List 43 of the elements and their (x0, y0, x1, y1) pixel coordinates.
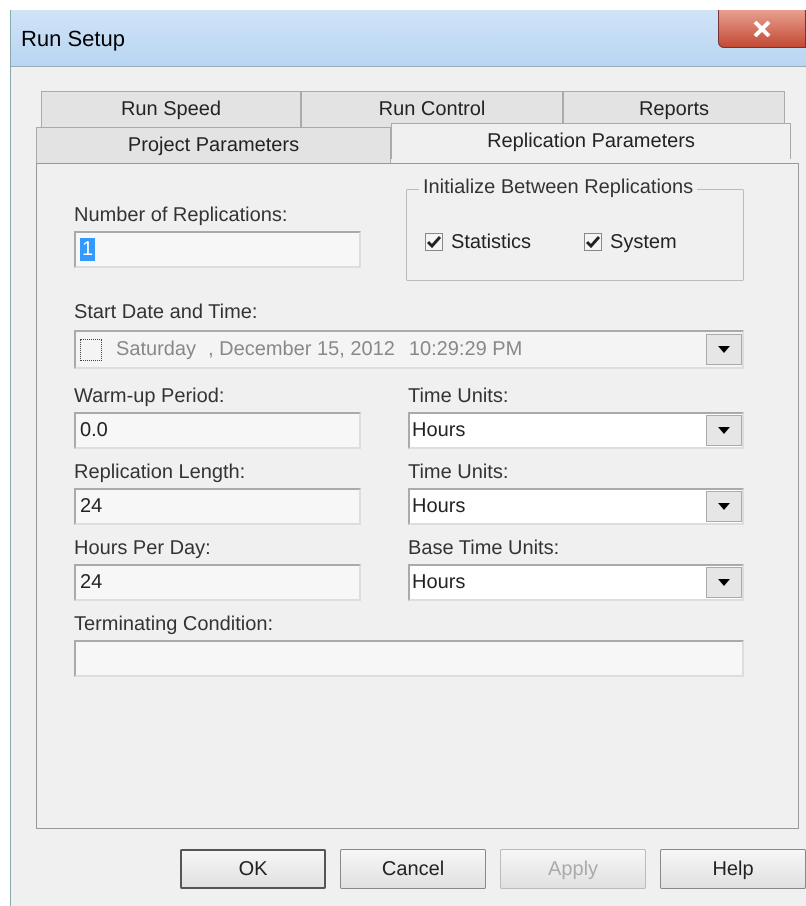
dialog-button[interactable]: Cancel (340, 849, 486, 889)
field-label: Base Time Units: (408, 537, 560, 560)
window-title: Run Setup (21, 26, 125, 52)
field-label: Number of Replications: (74, 204, 288, 227)
dropdown-arrow-icon (718, 346, 730, 353)
dropdown-arrow-icon (718, 503, 730, 510)
input-field[interactable]: 0.0 (74, 412, 361, 449)
dialog-button[interactable]: OK (180, 849, 326, 889)
field-label: Start Date and Time: (74, 301, 258, 324)
tab[interactable]: Run Control (301, 91, 563, 127)
dropdown-button[interactable] (706, 491, 742, 522)
dialog-button[interactable]: Help (660, 849, 806, 889)
dropdown-arrow-icon (718, 579, 730, 586)
time-text: 10:29:29 PM (408, 338, 522, 361)
close-icon (753, 20, 771, 36)
field-label: Hours Per Day: (74, 537, 212, 560)
tab[interactable]: Run Speed (41, 91, 301, 127)
dropdown-button[interactable] (706, 415, 742, 446)
dropdown-field[interactable]: Hours (408, 412, 744, 449)
field-label: Replication Length: (74, 461, 246, 484)
input-field[interactable] (74, 640, 744, 677)
dropdown-field[interactable]: Hours (408, 564, 744, 601)
input-field[interactable]: 24 (74, 488, 361, 525)
dropdown-arrow-icon (718, 427, 730, 434)
field-label: Warm-up Period: (74, 385, 226, 408)
checkbox-label: Statistics (451, 230, 532, 254)
dropdown-button[interactable] (706, 567, 742, 598)
day-text: Saturday (116, 338, 196, 361)
close-button[interactable] (718, 10, 806, 48)
checkbox-label: System (610, 230, 677, 254)
tab[interactable]: Project Parameters (36, 127, 391, 163)
date-text: , December 15, 2012 (208, 338, 395, 361)
checkbox[interactable] (425, 233, 443, 251)
field-label: Time Units: (408, 385, 510, 408)
field-label: Time Units: (408, 461, 510, 484)
checkmark-icon (427, 236, 441, 248)
input-field[interactable]: 24 (74, 564, 361, 601)
checkmark-icon (586, 236, 600, 248)
field-label: Terminating Condition: (74, 613, 274, 636)
dropdown-field[interactable]: Hours (408, 488, 744, 525)
tab[interactable]: Replication Parameters (391, 123, 791, 159)
group-title: Initialize Between Replications (419, 176, 698, 199)
checkbox[interactable] (584, 233, 602, 251)
